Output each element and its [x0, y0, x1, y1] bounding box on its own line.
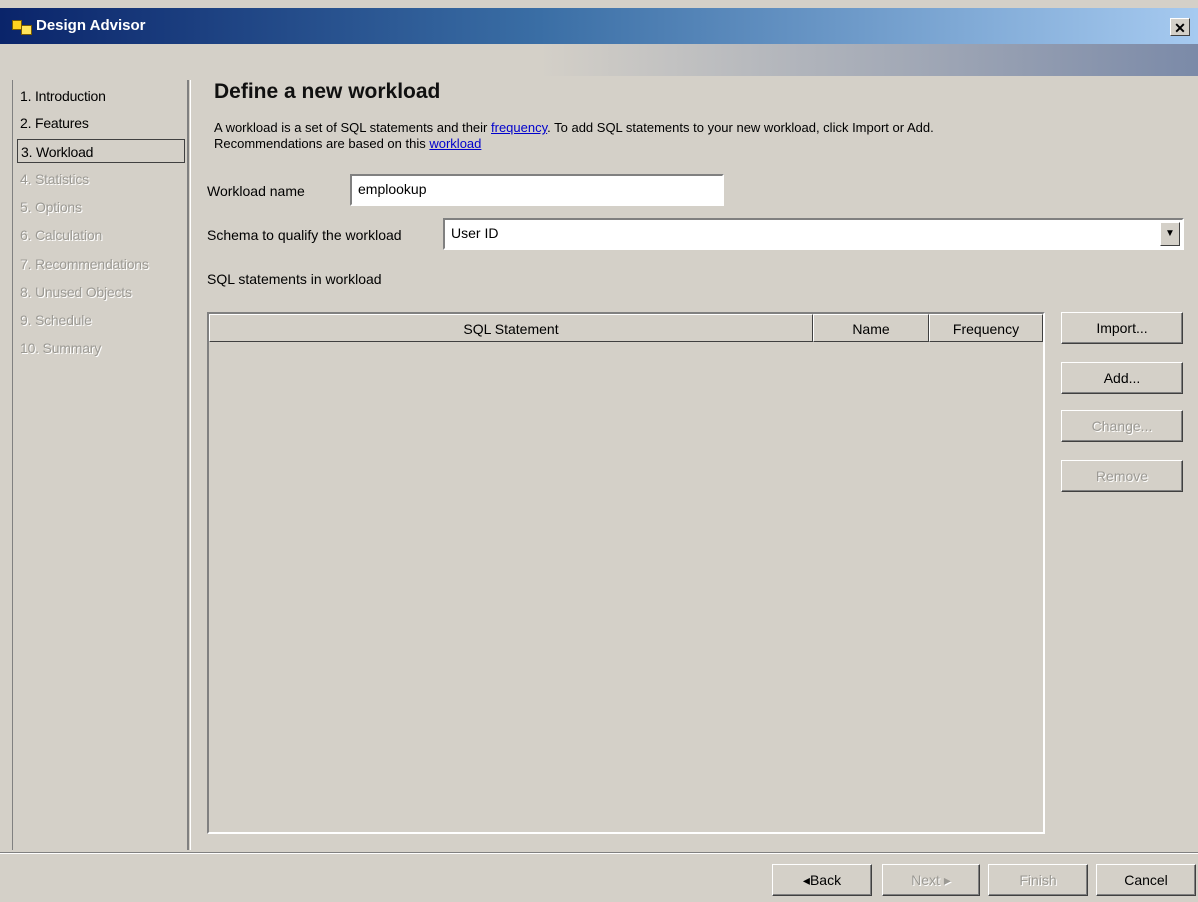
change-button[interactable]: Change...	[1061, 410, 1183, 442]
column-header-frequency[interactable]: Frequency	[929, 314, 1043, 342]
window-title: Design Advisor	[36, 17, 146, 34]
step-features[interactable]: 2. Features	[17, 111, 185, 135]
workload-name-input[interactable]: emplookup	[350, 174, 724, 206]
header-banner	[0, 44, 1198, 76]
sql-statements-label: SQL statements in workload	[207, 271, 382, 287]
page-description: A workload is a set of SQL statements an…	[214, 120, 1174, 152]
step-introduction[interactable]: 1. Introduction	[17, 84, 185, 108]
close-icon[interactable]: ✕	[1170, 18, 1190, 36]
desc-text-3: Recommendations are based on this	[214, 136, 430, 151]
column-header-sql-statement[interactable]: SQL Statement	[209, 314, 813, 342]
back-button[interactable]: ◂Back	[772, 864, 872, 896]
step-workload[interactable]: 3. Workload	[17, 139, 185, 163]
cancel-button[interactable]: Cancel	[1096, 864, 1196, 896]
workload-link[interactable]: workload	[429, 136, 481, 151]
step-unused-objects: 8. Unused Objects	[20, 284, 132, 300]
design-advisor-window: Design Advisor ✕ 1. Introduction 2. Feat…	[0, 0, 1198, 902]
page-title: Define a new workload	[214, 80, 441, 103]
chevron-down-icon[interactable]: ▼	[1160, 222, 1180, 246]
remove-button[interactable]: Remove	[1061, 460, 1183, 492]
title-bar[interactable]: Design Advisor ✕	[0, 8, 1198, 44]
step-summary: 10. Summary	[20, 340, 102, 356]
sql-statements-table[interactable]: SQL Statement Name Frequency	[207, 312, 1045, 834]
step-calculation: 6. Calculation	[20, 227, 103, 243]
desc-text-2: . To add SQL statements to your new work…	[547, 120, 934, 135]
step-options: 5. Options	[20, 199, 82, 215]
frequency-link[interactable]: frequency	[491, 120, 547, 135]
wizard-step-list: 1. Introduction 2. Features 3. Workload …	[17, 80, 191, 850]
app-icon	[12, 20, 32, 35]
schema-select-value: User ID	[451, 225, 499, 241]
left-divider	[12, 80, 13, 850]
finish-button[interactable]: Finish	[988, 864, 1088, 896]
desc-text-1: A workload is a set of SQL statements an…	[214, 120, 491, 135]
next-button[interactable]: Next ▸	[882, 864, 980, 896]
schema-select[interactable]: User ID ▼	[443, 218, 1184, 250]
workload-name-label: Workload name	[207, 183, 305, 199]
schema-label: Schema to qualify the workload	[207, 227, 402, 243]
step-recommendations: 7. Recommendations	[20, 256, 149, 272]
step-schedule: 9. Schedule	[20, 312, 92, 328]
add-button[interactable]: Add...	[1061, 362, 1183, 394]
step-statistics: 4. Statistics	[20, 171, 89, 187]
column-header-name[interactable]: Name	[813, 314, 929, 342]
footer-divider-highlight	[0, 853, 1198, 854]
import-button[interactable]: Import...	[1061, 312, 1183, 344]
